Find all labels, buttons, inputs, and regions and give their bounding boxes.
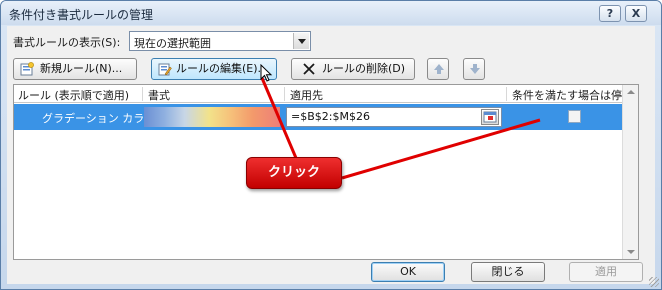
resize-grip[interactable]: [649, 277, 659, 287]
show-rules-value: 現在の選択範囲: [134, 37, 211, 50]
dialog-window: 条件付き書式ルールの管理 ? X 書式ルールの表示(S): 現在の選択範囲 新規…: [0, 0, 662, 290]
delete-icon: [303, 63, 315, 75]
chevron-down-icon[interactable]: [293, 33, 309, 49]
edit-rule-button[interactable]: ルールの編集(E)...: [151, 58, 277, 80]
column-header-stop-if-true[interactable]: 条件を満たす場合は停止: [512, 87, 633, 103]
delete-rule-button[interactable]: ルールの削除(D): [291, 58, 415, 80]
scroll-down-icon[interactable]: [627, 250, 635, 254]
column-divider: [142, 87, 143, 101]
new-rule-button[interactable]: 新規ルール(N)...: [13, 58, 137, 80]
edit-rule-icon: [158, 63, 172, 76]
help-button[interactable]: ?: [599, 5, 621, 22]
arrow-up-icon: [434, 64, 444, 74]
ok-button[interactable]: OK: [371, 262, 445, 282]
apply-button[interactable]: 適用: [569, 262, 643, 282]
applies-to-input[interactable]: =$B$2:$M$26: [286, 107, 502, 127]
delete-rule-label: ルールの削除(D): [322, 62, 406, 75]
click-annotation-badge: クリック: [246, 157, 342, 189]
range-select-icon: [483, 111, 497, 123]
column-header-rule[interactable]: ルール (表示順で適用): [18, 87, 129, 103]
title-bar: 条件付き書式ルールの管理 ? X: [1, 1, 661, 25]
arrow-down-icon: [470, 64, 480, 74]
table-row[interactable]: グラデーション カラ... =$B$2:$M$26: [14, 104, 638, 130]
scroll-up-icon[interactable]: [627, 90, 635, 94]
dialog-title: 条件付き書式ルールの管理: [9, 8, 154, 22]
edit-rule-label: ルールの編集(E)...: [176, 62, 269, 75]
column-header-applies-to[interactable]: 適用先: [290, 87, 323, 103]
stop-if-true-checkbox[interactable]: [568, 110, 581, 123]
move-up-button[interactable]: [427, 58, 449, 80]
new-rule-label: 新規ルール(N)...: [40, 62, 123, 75]
column-header-format[interactable]: 書式: [148, 87, 170, 103]
mouse-cursor-icon: [260, 64, 273, 82]
rule-name: グラデーション カラ...: [42, 112, 155, 125]
close-window-button[interactable]: X: [625, 5, 647, 22]
dialog-content: 書式ルールの表示(S): 現在の選択範囲 新規ルール(N)... ルールの編集(…: [7, 26, 655, 284]
format-preview-gradient: [144, 107, 280, 127]
new-rule-icon: [20, 62, 34, 76]
close-button[interactable]: 閉じる: [471, 262, 545, 282]
vertical-scrollbar[interactable]: [622, 85, 638, 259]
column-divider: [284, 87, 285, 101]
show-rules-label: 書式ルールの表示(S):: [13, 36, 121, 49]
grid-header: ルール (表示順で適用) 書式 適用先 条件を満たす場合は停止: [14, 85, 638, 103]
show-rules-select[interactable]: 現在の選択範囲: [129, 31, 311, 51]
range-select-button[interactable]: [481, 109, 499, 125]
move-down-button[interactable]: [463, 58, 485, 80]
applies-to-value: =$B$2:$M$26: [291, 110, 370, 123]
column-divider: [506, 87, 507, 101]
